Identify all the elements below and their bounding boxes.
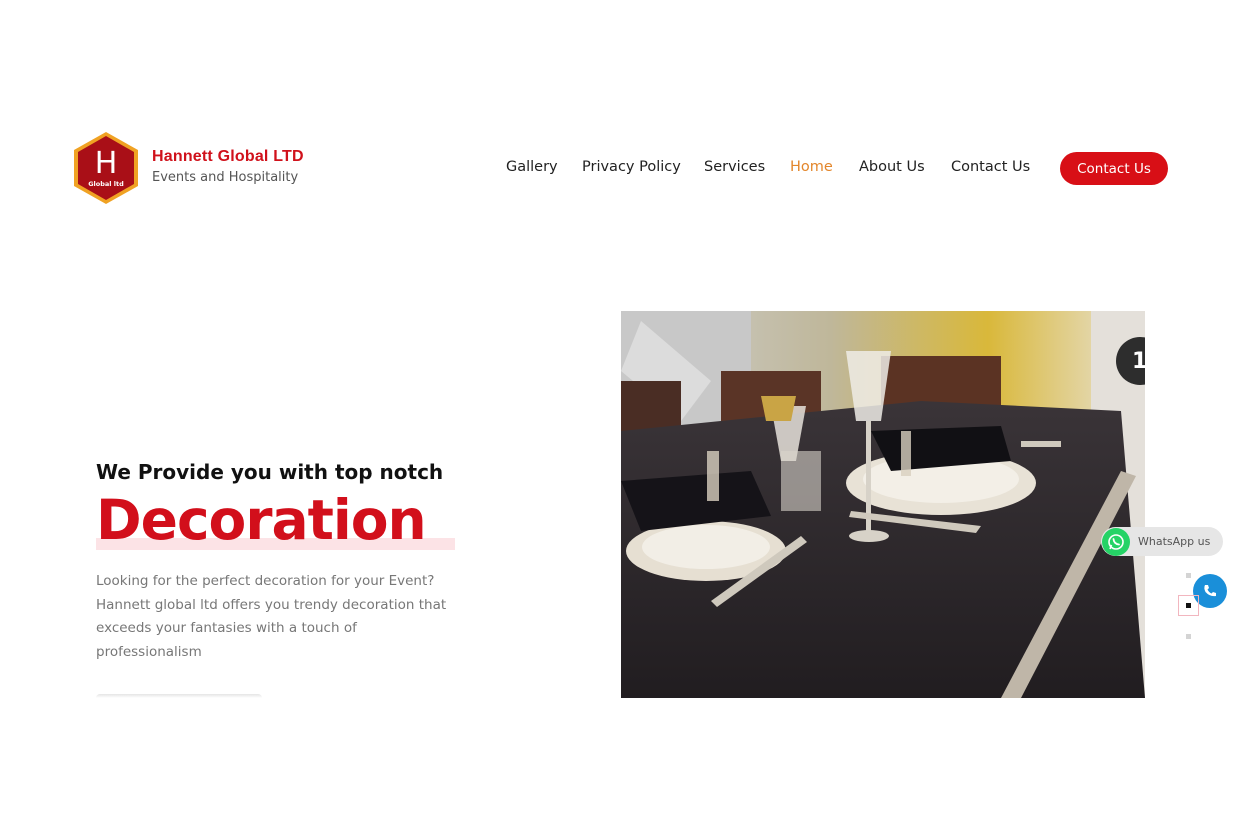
slide-number-badge-clip: 1	[1116, 337, 1145, 385]
hero-headline: Decoration	[96, 488, 427, 552]
nav-services[interactable]: Services	[704, 159, 765, 175]
nav-gallery[interactable]: Gallery	[506, 159, 558, 175]
nav-home[interactable]: Home	[790, 159, 833, 175]
slider-dot-2[interactable]	[1186, 603, 1191, 608]
nav-privacy-policy[interactable]: Privacy Policy	[582, 159, 681, 175]
slide-number-badge[interactable]: 1	[1116, 337, 1145, 385]
slider-dot-3[interactable]	[1186, 634, 1191, 639]
nav-about-us[interactable]: About Us	[859, 159, 925, 175]
contact-us-button[interactable]: Contact Us	[1060, 152, 1168, 185]
hero-headline-wrap: Decoration	[96, 488, 456, 552]
hero-subtitle: We Provide you with top notch	[96, 460, 444, 484]
main-nav: Gallery Privacy Policy Services Home Abo…	[0, 159, 1236, 179]
hero-description: Looking for the perfect decoration for y…	[96, 573, 447, 660]
whatsapp-icon	[1102, 527, 1130, 556]
logo-text: Global ltd	[88, 180, 124, 188]
phone-icon	[1204, 585, 1216, 597]
hero-cta-button[interactable]	[96, 694, 262, 698]
nav-contact-us[interactable]: Contact Us	[951, 159, 1030, 175]
slider-dot-1[interactable]	[1186, 573, 1191, 578]
whatsapp-button[interactable]: WhatsApp us	[1101, 527, 1223, 556]
whatsapp-label: WhatsApp us	[1138, 535, 1211, 548]
hero-image-table-setting	[621, 311, 1145, 698]
